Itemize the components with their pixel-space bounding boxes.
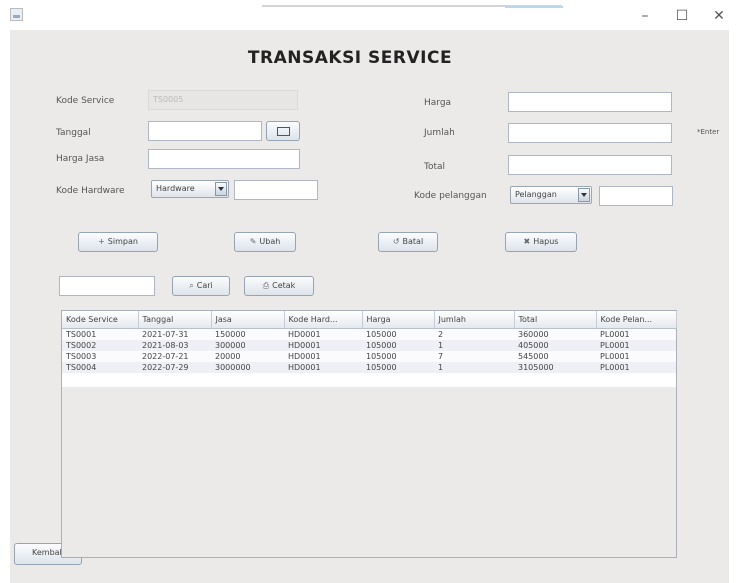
- hapus-label: Hapus: [533, 237, 559, 246]
- calendar-icon: [276, 127, 290, 136]
- delete-icon: ✖: [523, 237, 531, 246]
- table-cell: 105000: [362, 362, 434, 373]
- table-cell: 3105000: [514, 362, 596, 373]
- simpan-label: Simpan: [107, 237, 138, 246]
- search-icon: ⌕: [189, 281, 194, 290]
- table-cell: PL0001: [596, 351, 676, 362]
- kode-pelanggan-combo-value: Pelanggan: [515, 190, 557, 199]
- harga-field[interactable]: [508, 92, 672, 112]
- table-cell: 2021-08-03: [138, 340, 211, 351]
- table-cell: 545000: [514, 351, 596, 362]
- chevron-down-icon[interactable]: [578, 188, 590, 202]
- jumlah-label: Jumlah: [424, 128, 455, 138]
- hapus-button[interactable]: ✖ Hapus: [505, 232, 577, 252]
- harga-jasa-label: Harga Jasa: [56, 154, 105, 164]
- simpan-button[interactable]: + Simpan: [78, 232, 158, 252]
- table-cell: 2022-07-21: [138, 351, 211, 362]
- table-cell: HD0001: [284, 340, 362, 351]
- batal-button[interactable]: ↺ Batal: [378, 232, 438, 252]
- table-cell: PL0001: [596, 328, 676, 340]
- kode-hardware-combo[interactable]: Hardware: [151, 180, 229, 198]
- table-cell: 405000: [514, 340, 596, 351]
- table-cell: TS0003: [62, 351, 138, 362]
- table-cell: 105000: [362, 340, 434, 351]
- cetak-button[interactable]: ⎙ Cetak: [244, 276, 314, 296]
- column-header[interactable]: Jasa: [211, 311, 285, 329]
- table-cell: 105000: [362, 351, 434, 362]
- harga-jasa-field[interactable]: [148, 149, 300, 169]
- kode-service-label: Kode Service: [56, 96, 115, 106]
- table-cell: 2: [434, 328, 514, 340]
- table-cell: 2021-07-31: [138, 328, 211, 340]
- table-row[interactable]: TS0002 2021-08-03 300000 HD0001 105000 1…: [62, 340, 676, 351]
- table-row[interactable]: TS0004 2022-07-29 3000000 HD0001 105000 …: [62, 362, 676, 373]
- cari-button[interactable]: ⌕ Cari: [172, 276, 230, 296]
- tanggal-field[interactable]: [148, 121, 262, 141]
- table-cell: PL0001: [596, 362, 676, 373]
- column-header[interactable]: Kode Hard...: [284, 311, 363, 329]
- maximize-button[interactable]: ☐: [664, 4, 700, 28]
- date-picker-button[interactable]: [266, 121, 300, 141]
- cetak-label: Cetak: [272, 281, 296, 290]
- printer-icon: ⎙: [262, 281, 270, 290]
- table-cell: HD0001: [284, 351, 362, 362]
- table-cell: 105000: [362, 328, 434, 340]
- table-cell: TS0002: [62, 340, 138, 351]
- service-table-grid: Kode Service Tanggal Jasa Kode Hard... H…: [62, 311, 677, 373]
- ubah-button[interactable]: ✎ Ubah: [234, 232, 296, 252]
- kode-pelanggan-label: Kode pelanggan: [414, 191, 487, 201]
- kode-pelanggan-combo[interactable]: Pelanggan: [510, 186, 592, 204]
- search-input[interactable]: [59, 276, 155, 296]
- jumlah-field[interactable]: [508, 123, 672, 143]
- plus-icon: +: [98, 237, 105, 246]
- kode-service-field: TS0005: [148, 90, 298, 110]
- undo-icon: ↺: [392, 237, 400, 246]
- table-cell: 2022-07-29: [138, 362, 211, 373]
- table-cell: 1: [434, 340, 514, 351]
- table-cell: 1: [434, 362, 514, 373]
- cari-label: Cari: [196, 281, 213, 290]
- table-cell: PL0001: [596, 340, 676, 351]
- table-empty-area: [62, 387, 676, 557]
- tanggal-label: Tanggal: [56, 128, 91, 138]
- table-cell: HD0001: [284, 362, 362, 373]
- column-header[interactable]: Harga: [362, 311, 435, 329]
- table-header-row: Kode Service Tanggal Jasa Kode Hard... H…: [62, 311, 677, 329]
- table-cell: 300000: [211, 340, 284, 351]
- table-cell: TS0004: [62, 362, 138, 373]
- column-header[interactable]: Total: [514, 311, 597, 329]
- column-header[interactable]: Jumlah: [434, 311, 515, 329]
- page-title: TRANSAKSI SERVICE: [247, 48, 453, 68]
- java-app-icon: [10, 8, 23, 21]
- kode-pelanggan-field[interactable]: [599, 186, 673, 206]
- table-cell: 360000: [514, 328, 596, 340]
- total-field[interactable]: [508, 155, 672, 175]
- harga-label: Harga: [424, 98, 452, 108]
- enter-hint: *Enter: [697, 128, 720, 136]
- table-cell: HD0001: [284, 328, 362, 340]
- total-label: Total: [424, 162, 446, 172]
- window-titlebar: – ☐ ✕: [0, 0, 739, 30]
- table-cell: 7: [434, 351, 514, 362]
- table-cell: 3000000: [211, 362, 284, 373]
- chevron-down-icon[interactable]: [215, 182, 227, 196]
- table-cell: TS0001: [62, 328, 138, 340]
- ubah-label: Ubah: [259, 237, 281, 246]
- minimize-button[interactable]: –: [627, 4, 663, 28]
- table-cell: 150000: [211, 328, 284, 340]
- column-header[interactable]: Kode Pelan...: [596, 311, 677, 329]
- close-button[interactable]: ✕: [701, 4, 737, 28]
- table-row[interactable]: TS0001 2021-07-31 150000 HD0001 105000 2…: [62, 328, 676, 340]
- titlebar-accent: [505, 6, 563, 8]
- batal-label: Batal: [402, 237, 424, 246]
- kode-hardware-label: Kode Hardware: [56, 186, 125, 196]
- kode-hardware-field[interactable]: [234, 180, 318, 200]
- pencil-icon: ✎: [249, 237, 257, 246]
- column-header[interactable]: Kode Service: [62, 311, 139, 329]
- kode-hardware-combo-value: Hardware: [156, 184, 195, 193]
- table-cell: 20000: [211, 351, 284, 362]
- table-row[interactable]: TS0003 2022-07-21 20000 HD0001 105000 7 …: [62, 351, 676, 362]
- column-header[interactable]: Tanggal: [138, 311, 212, 329]
- service-table[interactable]: Kode Service Tanggal Jasa Kode Hard... H…: [61, 310, 677, 558]
